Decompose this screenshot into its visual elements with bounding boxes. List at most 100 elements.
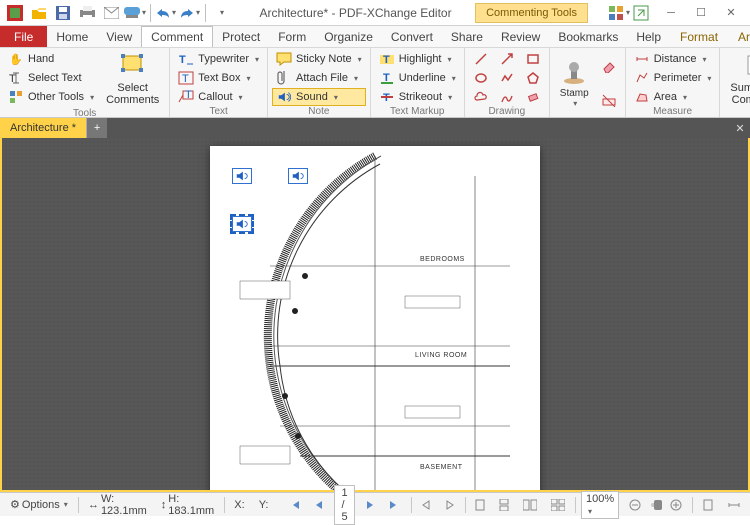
layout-facing-cont-button[interactable] xyxy=(547,497,569,513)
layout-facing-button[interactable] xyxy=(519,497,541,513)
layout-continuous-button[interactable] xyxy=(495,497,513,513)
open-icon[interactable] xyxy=(28,2,50,24)
hand-tool[interactable]: ✋Hand xyxy=(4,50,98,68)
menu-view[interactable]: View xyxy=(97,26,141,47)
scan-icon[interactable]: ▾ xyxy=(124,2,146,24)
document-tab[interactable]: Architecture * xyxy=(0,118,87,138)
next-view-button[interactable] xyxy=(441,498,459,512)
dimension-w: ↔ W: 123.1mm xyxy=(84,491,151,519)
status-bar: ⚙Options▾ ↔ W: 123.1mm ↕ H: 183.1mm X: Y… xyxy=(0,492,750,516)
perimeter-icon xyxy=(634,70,650,86)
polygon-tool[interactable] xyxy=(521,69,545,87)
page-indicator[interactable]: 1 / 5 xyxy=(334,485,354,525)
layout-single-button[interactable] xyxy=(471,497,489,513)
add-tab-button[interactable]: + xyxy=(87,118,107,138)
print-icon[interactable] xyxy=(76,2,98,24)
dimension-h: ↕ H: 183.1mm xyxy=(157,491,218,519)
other-tools[interactable]: Other Tools▾ xyxy=(4,88,98,106)
typewriter-tool[interactable]: TTypewriter▾ xyxy=(174,50,263,68)
typewriter-icon: T xyxy=(178,51,194,67)
select-text-tool[interactable]: TSelect Text xyxy=(4,69,98,87)
prev-view-button[interactable] xyxy=(417,498,435,512)
file-tab[interactable]: File xyxy=(0,26,47,47)
cloud-tool[interactable] xyxy=(469,88,493,106)
line-tool[interactable] xyxy=(469,50,493,68)
polyline-tool[interactable] xyxy=(495,69,519,87)
arrow-icon xyxy=(499,51,515,67)
line-icon xyxy=(473,51,489,67)
eraser-tool[interactable] xyxy=(521,88,545,106)
options-button[interactable]: ⚙Options▾ xyxy=(6,496,72,513)
clear-icon xyxy=(601,92,617,108)
group-markup-title: Text Markup xyxy=(375,106,460,118)
arrow-tool[interactable] xyxy=(495,50,519,68)
next-page-button[interactable] xyxy=(361,497,379,513)
group-drawing-title: Drawing xyxy=(469,106,545,118)
menu-home[interactable]: Home xyxy=(47,26,97,47)
email-icon[interactable] xyxy=(100,2,122,24)
menu-review[interactable]: Review xyxy=(492,26,549,47)
ui-options-icon[interactable]: ▾ xyxy=(608,2,630,24)
sound-tool[interactable]: Sound▾ xyxy=(272,88,366,106)
clear-tool[interactable] xyxy=(597,91,621,109)
svg-text:T: T xyxy=(383,54,390,66)
menu-convert[interactable]: Convert xyxy=(382,26,442,47)
app-icon[interactable] xyxy=(4,2,26,24)
attach-file-tool[interactable]: Attach File▾ xyxy=(272,69,366,87)
first-page-button[interactable] xyxy=(284,497,304,513)
qat-customize-icon[interactable]: ▾ xyxy=(210,2,232,24)
polyline-icon xyxy=(499,70,515,86)
callout-tool[interactable]: TCallout▾ xyxy=(174,88,263,106)
minimize-button[interactable]: ─ xyxy=(658,3,684,23)
zoom-in-button[interactable] xyxy=(666,497,686,513)
textbox-icon: T xyxy=(178,70,194,86)
pencil-tool[interactable] xyxy=(495,88,519,106)
workspace[interactable]: BEDROOMS LIVING ROOM BASEMENT xyxy=(0,138,750,492)
maximize-button[interactable]: ☐ xyxy=(688,3,714,23)
pdf-page[interactable]: BEDROOMS LIVING ROOM BASEMENT xyxy=(210,146,540,492)
perimeter-tool[interactable]: Perimeter▾ xyxy=(630,69,716,87)
menu-comment[interactable]: Comment xyxy=(141,26,213,47)
menu-organize[interactable]: Organize xyxy=(315,26,382,47)
launch-icon[interactable] xyxy=(630,2,652,24)
fit-width-button[interactable] xyxy=(724,497,744,513)
stamp-tool[interactable]: Stamp▾ xyxy=(554,50,595,116)
select-comments-tool[interactable]: SelectComments xyxy=(100,50,165,108)
menu-share[interactable]: Share xyxy=(442,26,492,47)
group-note-title: Note xyxy=(272,106,366,118)
menu-arrange[interactable]: Arrange xyxy=(728,26,750,47)
menu-protect[interactable]: Protect xyxy=(213,26,269,47)
stamp-icon xyxy=(560,58,588,86)
attach-icon xyxy=(276,70,292,86)
fit-page-button[interactable] xyxy=(698,497,718,513)
sticky-note-tool[interactable]: Sticky Note▾ xyxy=(272,50,366,68)
menu-format[interactable]: Format xyxy=(670,26,728,47)
last-page-button[interactable] xyxy=(385,497,405,513)
rect-tool[interactable] xyxy=(521,50,545,68)
textbox-tool[interactable]: TText Box▾ xyxy=(174,69,263,87)
close-button[interactable]: ✕ xyxy=(718,3,744,23)
prev-page-button[interactable] xyxy=(310,497,328,513)
distance-tool[interactable]: Distance▾ xyxy=(630,50,716,68)
menu-help[interactable]: Help xyxy=(627,26,670,47)
highlight-tool[interactable]: THighlight▾ xyxy=(375,50,460,68)
summarize-icon xyxy=(744,52,750,80)
zoom-out-button[interactable] xyxy=(625,497,645,513)
underline-tool[interactable]: TUnderline▾ xyxy=(375,69,460,87)
label-bedrooms: BEDROOMS xyxy=(420,256,465,263)
summarize-comments[interactable]: SummarizeComments xyxy=(724,50,750,108)
zoom-value[interactable]: 100% ▾ xyxy=(581,491,619,519)
undo-icon[interactable]: ▾ xyxy=(155,2,177,24)
area-tool[interactable]: Area▾ xyxy=(630,88,716,106)
menu-bookmarks[interactable]: Bookmarks xyxy=(549,26,627,47)
save-icon[interactable] xyxy=(52,2,74,24)
architecture-drawing xyxy=(210,146,540,492)
eraser2-icon xyxy=(601,58,617,74)
oval-tool[interactable] xyxy=(469,69,493,87)
zoom-slider[interactable] xyxy=(651,503,660,507)
menu-form[interactable]: Form xyxy=(269,26,315,47)
eraser2-tool[interactable] xyxy=(597,57,621,75)
redo-icon[interactable]: ▾ xyxy=(179,2,201,24)
close-tab-button[interactable]: ✕ xyxy=(730,118,750,138)
strikeout-tool[interactable]: TStrikeout▾ xyxy=(375,88,460,106)
